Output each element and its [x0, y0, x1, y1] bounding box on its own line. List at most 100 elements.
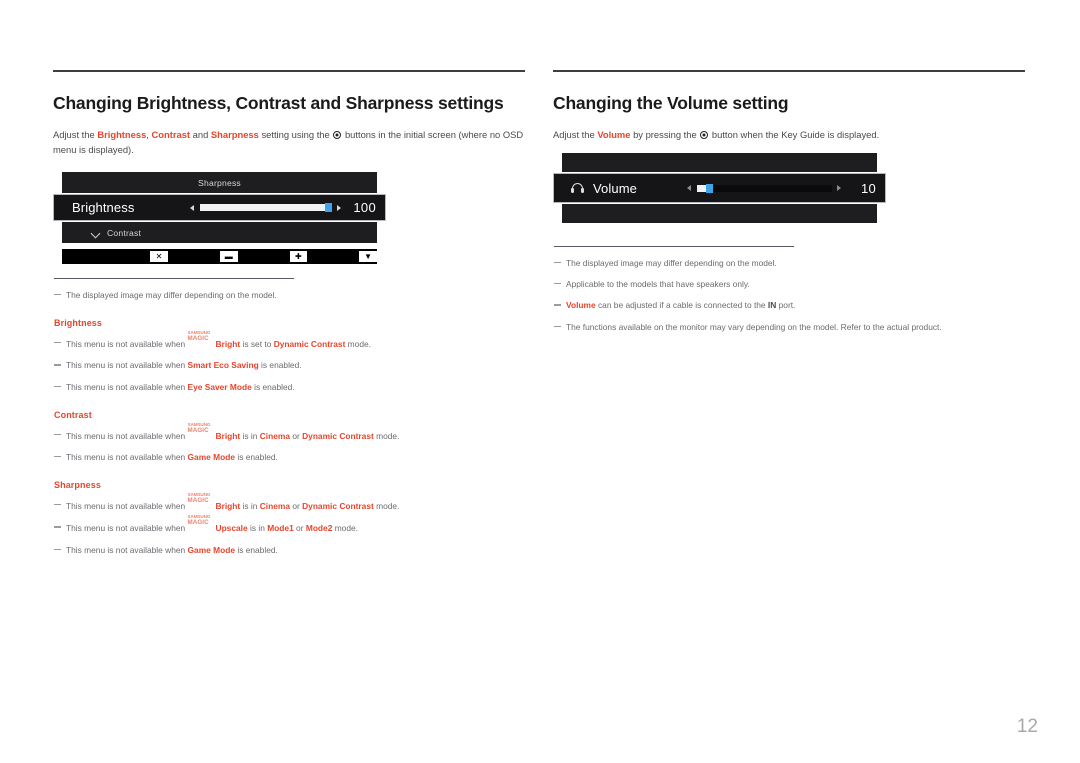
note-item: This menu is not available when Smart Ec… [54, 359, 528, 371]
left-notes: The displayed image may differ depending… [54, 278, 528, 556]
right-section-rule [553, 70, 1025, 72]
osd-row-sharpness[interactable]: Sharpness [62, 172, 377, 193]
note-text: This menu is not available when [66, 430, 188, 441]
slider-right-arrow-icon[interactable] [337, 204, 341, 211]
close-key-icon[interactable]: ✕ [150, 251, 168, 262]
note-term: Game Mode [187, 544, 235, 555]
brightness-slider[interactable]: 100 [190, 200, 385, 215]
right-notes: The displayed image may differ depending… [554, 246, 1034, 333]
subheading-contrast: Contrast [54, 409, 92, 420]
osd-band-bottom [562, 204, 877, 223]
note-conj: or [290, 501, 303, 512]
note-term: Bright [215, 339, 241, 350]
osd-row-brightness-selected[interactable]: Brightness 100 [53, 194, 386, 221]
page-number: 12 [1016, 716, 1038, 737]
manual-page: Changing Brightness, Contrast and Sharpn… [0, 0, 1080, 763]
note-post: mode. [373, 501, 400, 512]
slider-track[interactable] [697, 183, 832, 193]
osd-row-brightness-label: Brightness [72, 200, 135, 215]
subheading-sharpness: Sharpness [54, 480, 101, 491]
right-intro-paragraph: Adjust the Volume by pressing the button… [553, 128, 1033, 143]
slider-track[interactable] [200, 203, 332, 212]
intro-text-2: by pressing the [630, 129, 700, 140]
osd-band-top [562, 153, 877, 172]
slider-right-arrow-icon[interactable] [837, 185, 841, 191]
note-item: The displayed image may differ depending… [554, 257, 1034, 269]
note-mid: is in [247, 523, 268, 534]
plus-key-icon[interactable]: ✚ [289, 251, 308, 262]
note-mid: is in [240, 430, 260, 441]
samsung-magic-logo: SAMSUNG MAGIC [188, 331, 216, 347]
note-item: The functions available on the monitor m… [554, 321, 1034, 333]
note-value: Cinema [259, 501, 290, 512]
chevron-down-icon [92, 229, 100, 237]
note-value: Cinema [259, 430, 290, 441]
note-item: This menu is not available when Eye Save… [54, 381, 528, 393]
note-item: This menu is not available when SAMSUNG M… [54, 515, 528, 534]
note-post: port. [776, 300, 796, 311]
osd-row-contrast[interactable]: Contrast [62, 222, 377, 243]
note-item: This menu is not available when SAMSUNG M… [54, 422, 528, 442]
note-term: Bright [215, 430, 241, 441]
volume-osd: Volume 10 [553, 153, 898, 223]
slider-left-arrow-icon[interactable] [687, 185, 691, 191]
intro-text-1: Adjust the [553, 129, 598, 140]
subheading-brightness: Brightness [54, 318, 103, 329]
minus-key-icon[interactable]: ▬ [219, 251, 238, 262]
left-section-rule [53, 70, 525, 72]
note-post: mode. [373, 430, 400, 441]
note-term: Bright [215, 501, 241, 512]
note-item: This menu is not available when SAMSUNG M… [54, 493, 528, 512]
note-conj: or [293, 523, 306, 534]
intro-text-1: Adjust the [53, 129, 98, 140]
osd-row-contrast-label: Contrast [107, 227, 142, 238]
term-sharpness: Sharpness [210, 129, 259, 140]
left-page-title: Changing Brightness, Contrast and Sharpn… [53, 93, 504, 113]
magic-bottom: MAGIC [187, 519, 209, 527]
term-contrast: Contrast [151, 129, 191, 140]
note-value: Mode1 [267, 523, 294, 534]
brightness-value: 100 [353, 200, 376, 215]
note-item: Volume can be adjusted if a cable is con… [554, 299, 1034, 311]
note-text: The displayed image may differ depending… [566, 258, 777, 268]
note-text: This menu is not available when [66, 451, 188, 462]
slider-thumb[interactable] [706, 183, 714, 193]
osd-row-volume-label: Volume [593, 180, 637, 196]
note-mid: is enabled. [235, 451, 278, 462]
note-text: This menu is not available when [66, 523, 188, 534]
volume-slider[interactable]: 10 [687, 181, 885, 196]
note-term: Upscale [215, 523, 248, 534]
note-term: Eye Saver Mode [187, 381, 252, 392]
note-post: mode. [332, 523, 358, 534]
magic-bottom: MAGIC [187, 497, 209, 505]
right-page-title: Changing the Volume setting [553, 93, 789, 113]
note-mid: is enabled. [258, 360, 302, 371]
magic-bottom: MAGIC [187, 426, 209, 434]
note-mid: is in [240, 501, 260, 512]
note-item: This menu is not available when SAMSUNG M… [54, 331, 528, 350]
note-item: Applicable to the models that have speak… [554, 278, 1034, 290]
note-text: This menu is not available when [66, 381, 188, 392]
note-mid: is enabled. [251, 381, 295, 392]
osd-row-sharpness-label: Sharpness [198, 177, 241, 188]
slider-left-arrow-icon[interactable] [190, 204, 194, 211]
note-text: The functions available on the monitor m… [566, 321, 942, 332]
note-value: Dynamic Contrast [302, 430, 374, 441]
note-post: mode. [345, 339, 371, 350]
left-note-divider [54, 278, 294, 279]
note-value: Dynamic Contrast [302, 501, 374, 512]
term-brightness: Brightness [97, 129, 147, 140]
note-item: This menu is not available when Game Mod… [54, 544, 528, 556]
left-intro-paragraph: Adjust the Brightness, Contrast and Shar… [53, 128, 527, 157]
osd-row-volume-selected[interactable]: Volume 10 [553, 173, 886, 203]
slider-fill [697, 184, 707, 192]
note-term: Game Mode [187, 451, 235, 462]
note-value: Mode2 [305, 523, 333, 534]
key-guide-bar: ✕ ▬ ✚ ▼ [62, 249, 377, 264]
samsung-magic-logo: SAMSUNG MAGIC [187, 493, 216, 509]
term-volume: Volume [597, 129, 631, 140]
note-term: Smart Eco Saving [187, 360, 259, 371]
note-term: Volume [566, 300, 596, 311]
slider-thumb[interactable] [325, 203, 332, 212]
down-key-icon[interactable]: ▼ [359, 251, 377, 262]
